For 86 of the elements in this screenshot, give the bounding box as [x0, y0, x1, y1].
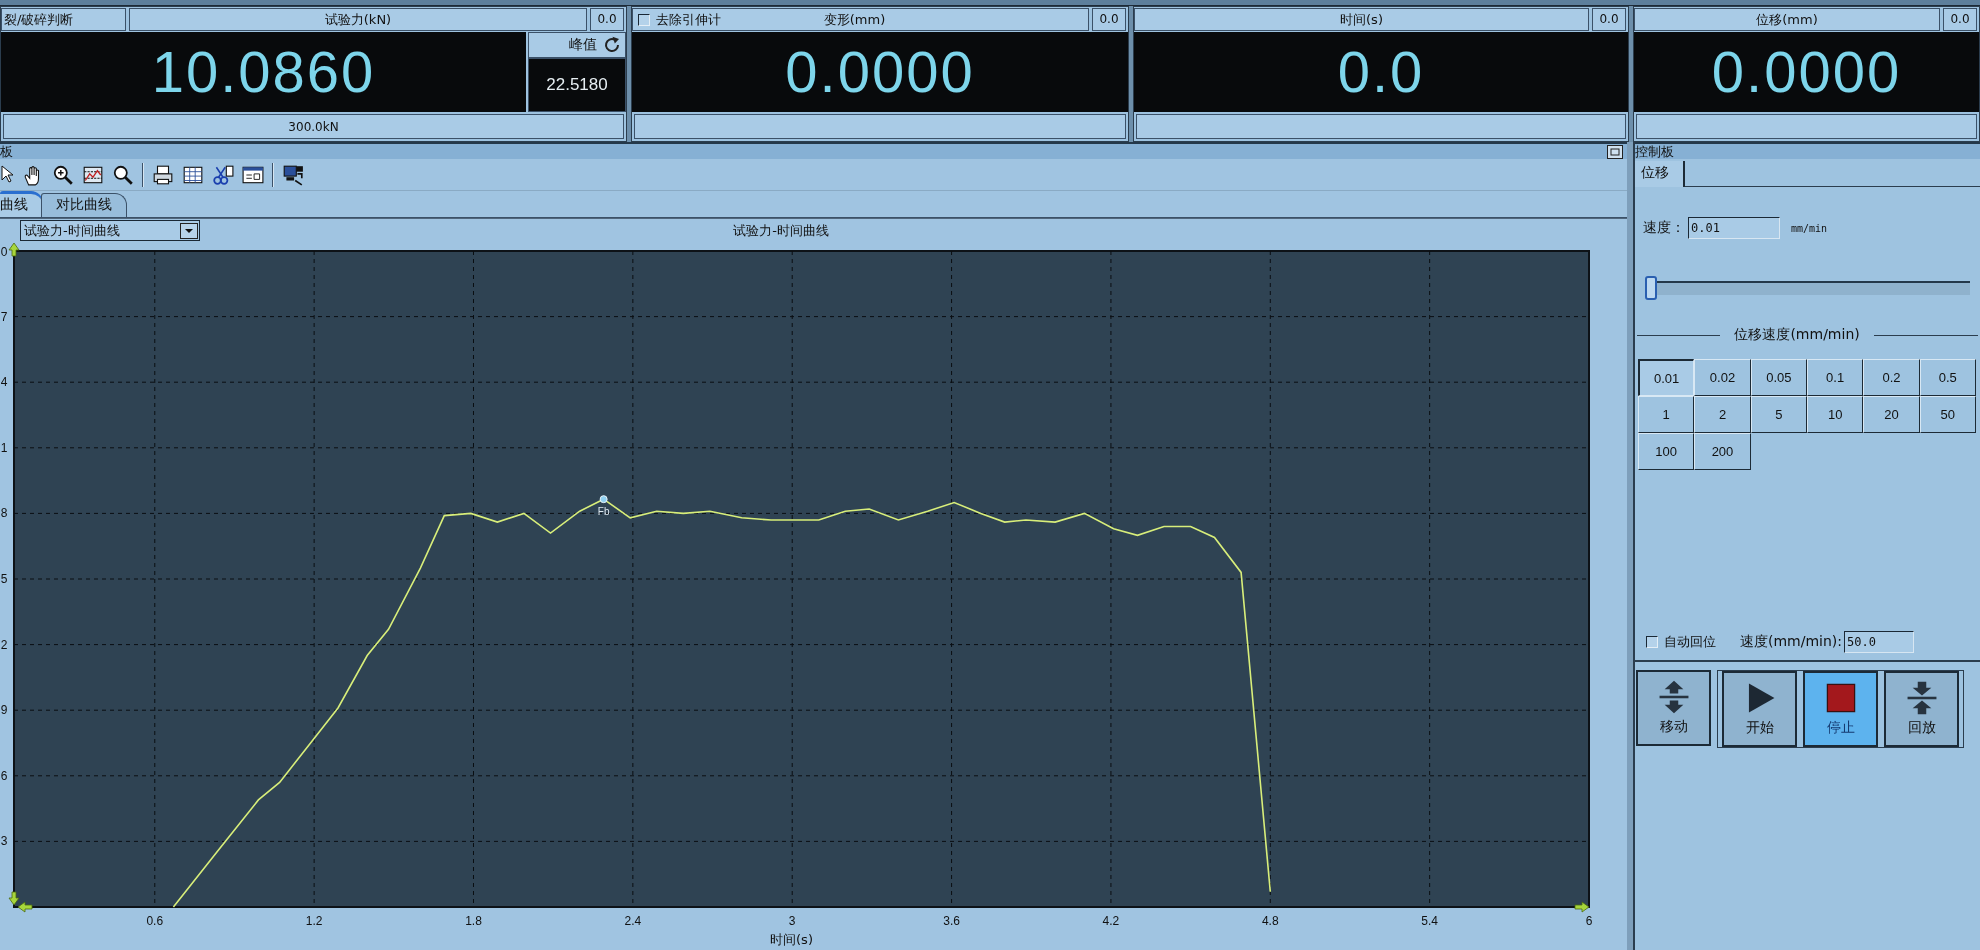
panel-title: 控制板: [1635, 144, 1674, 159]
slider-thumb[interactable]: [1645, 276, 1657, 300]
tab[interactable]: 曲线: [0, 191, 43, 217]
corner-value: 0.0: [1943, 8, 1977, 31]
y-tick-label: 3: [0, 834, 8, 849]
checkbox[interactable]: [1646, 636, 1658, 648]
panel-title: 位移(mm): [1755, 10, 1819, 29]
readout-value: 0.0000: [785, 43, 975, 101]
preset-button[interactable]: 1: [1638, 396, 1695, 433]
restore-icon[interactable]: [1607, 144, 1623, 159]
x-tick-label: 1.2: [305, 914, 323, 928]
readout-value: 0.0: [1337, 43, 1425, 101]
x-tick-label: 4.2: [1102, 914, 1120, 928]
x-tick-label: 6: [1585, 914, 1593, 928]
start-button[interactable]: 开始: [1722, 671, 1797, 747]
x-tick-label: 5.4: [1421, 914, 1438, 928]
y-tick-label: 4: [0, 375, 8, 390]
x-tick-label: 2.4: [624, 914, 642, 928]
peak-value: 22.5180: [546, 75, 608, 95]
readout-value: 10.0860: [151, 43, 376, 101]
refresh-icon[interactable]: [603, 36, 621, 54]
preset-button[interactable]: 2: [1694, 396, 1751, 433]
y-tick-label: 8: [0, 506, 8, 521]
y-tick-label: 9: [0, 703, 8, 718]
x-tick-label: 3: [788, 914, 796, 928]
preset-button[interactable]: 10: [1807, 396, 1864, 433]
panel-title: 变形(mm): [822, 10, 887, 29]
preset-button[interactable]: 0.01: [1638, 359, 1695, 396]
speed-label: 速度：: [1643, 219, 1685, 237]
x-tick-label: 0.6: [146, 914, 164, 928]
y-tick-label: 0: [0, 245, 8, 259]
preset-button[interactable]: 200: [1694, 433, 1751, 470]
return-speed-label: 速度(mm/min):: [1740, 633, 1843, 651]
peak-label: 峰值: [569, 36, 597, 54]
tab[interactable]: 位移: [1635, 161, 1685, 187]
panel-title: 试验力(kN): [323, 10, 393, 29]
up-arrow-icon: [8, 242, 20, 257]
return-speed-field[interactable]: 50.0: [1844, 631, 1915, 653]
magnifier-icon[interactable]: [112, 163, 134, 186]
tab[interactable]: 对比曲线: [41, 193, 127, 217]
y-tick-label: 2: [0, 637, 8, 652]
scissors-icon[interactable]: [212, 163, 234, 186]
preset-button[interactable]: 0.05: [1750, 359, 1807, 396]
preset-button[interactable]: 0.5: [1919, 359, 1976, 396]
preset-button[interactable]: 20: [1863, 396, 1920, 433]
peak-marker-icon: [599, 495, 608, 504]
unit-label: mm/min: [1791, 222, 1828, 234]
right-arrow-icon: [1574, 901, 1590, 913]
section-title: 位移速度(mm/min): [1734, 326, 1860, 344]
speed-field[interactable]: 0.01: [1688, 217, 1780, 239]
move-button[interactable]: 移动: [1636, 670, 1711, 746]
stop-button[interactable]: 停止: [1803, 671, 1878, 747]
x-tick-label: 1.8: [465, 914, 482, 928]
corner-value: 0.0: [1592, 8, 1626, 31]
computer-icon[interactable]: [282, 163, 304, 186]
checkbox[interactable]: [638, 13, 650, 26]
left-arrow-icon: [17, 901, 33, 913]
preset-button[interactable]: 0.1: [1807, 359, 1864, 396]
range-label: 300.0kN: [3, 114, 624, 139]
preset-button[interactable]: 5: [1750, 396, 1807, 433]
y-tick-label: 1: [0, 440, 8, 455]
x-axis-title: 时间(s): [770, 932, 813, 947]
x-tick-label: 3.6: [943, 914, 960, 928]
preset-button[interactable]: 0.02: [1694, 359, 1751, 396]
panel-title: 时间(s): [1339, 10, 1384, 29]
checkbox-label: 去除引伸计: [656, 10, 721, 29]
readout-value: 0.0000: [1711, 43, 1902, 101]
preset-button[interactable]: 100: [1638, 433, 1695, 470]
down-arrow-icon: [8, 891, 20, 906]
panel-title: 板: [0, 144, 13, 159]
preset-button[interactable]: 50: [1919, 396, 1976, 433]
printer-icon[interactable]: [152, 163, 174, 186]
y-tick-label: 6: [0, 768, 8, 783]
chart-title: 试验力-时间曲线: [732, 221, 830, 240]
corner-value: 0.0: [590, 8, 624, 31]
x-tick-label: 4.8: [1261, 914, 1279, 928]
y-tick-label: 7: [0, 309, 8, 324]
judge-button[interactable]: 裂/破碎判断: [1, 8, 126, 31]
zoom-in-icon[interactable]: [52, 163, 74, 186]
corner-value: 0.0: [1092, 8, 1126, 31]
checkbox-label: 自动回位: [1664, 633, 1716, 651]
peak-label: Fb: [597, 506, 610, 518]
curve-dropdown[interactable]: 试验力-时间曲线: [20, 220, 200, 241]
preset-button[interactable]: 0.2: [1863, 359, 1920, 396]
playback-button[interactable]: 回放: [1884, 671, 1959, 747]
y-tick-label: 5: [0, 572, 8, 586]
